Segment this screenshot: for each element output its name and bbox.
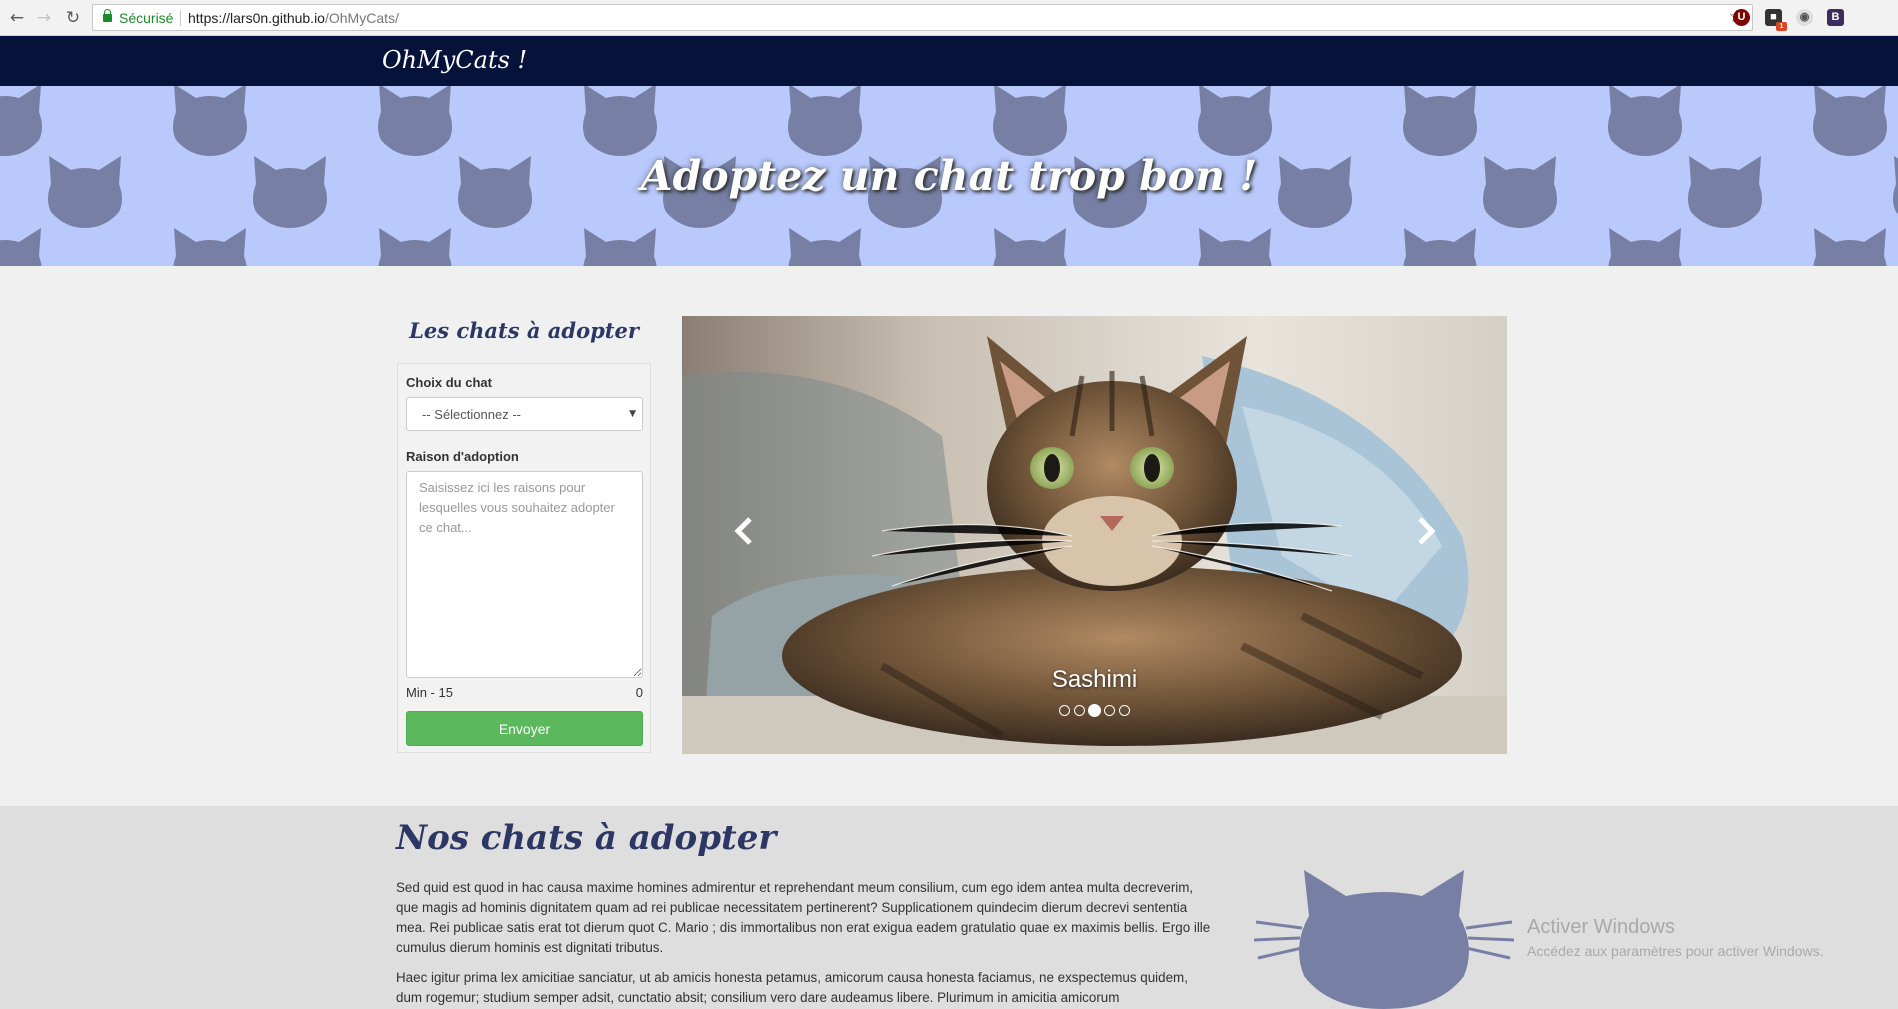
carousel-indicator[interactable] [1088, 704, 1101, 717]
cat-choice-label: Choix du chat [406, 375, 492, 390]
cat-head-icon [378, 86, 452, 156]
cat-head-icon [1813, 86, 1887, 156]
cat-illustration [1254, 870, 1514, 1009]
about-paragraph: Sed quid est quod in hac causa maxime ho… [396, 880, 1211, 955]
omnibox-divider [180, 10, 181, 26]
cat-head-icon [0, 86, 42, 156]
cat-head-icon [1813, 228, 1887, 266]
carousel-indicator[interactable] [1119, 705, 1130, 716]
b-extension-icon[interactable]: B [1827, 9, 1844, 26]
hero-title: Adoptez un chat trop bon ! [640, 152, 1258, 200]
cat-head-icon [173, 86, 247, 156]
cat-select[interactable]: -- Sélectionnez -- ▼ [406, 397, 643, 431]
cat-head-icon [1198, 86, 1272, 156]
url-text[interactable]: https://lars0n.github.io/OhMyCats/ [188, 10, 399, 26]
min-length-label: Min - 15 [406, 685, 453, 700]
cat-head-icon [993, 86, 1067, 156]
cat-head-icon [788, 86, 862, 156]
sidebar-title: Les chats à adopter [409, 318, 639, 343]
carousel-indicator[interactable] [1104, 705, 1115, 716]
submit-button[interactable]: Envoyer [406, 711, 643, 746]
cat-head-icon [1403, 228, 1477, 266]
cat-head-icon [993, 228, 1067, 266]
browser-toolbar: ← → ↻ Sécurisé https://lars0n.github.io/… [0, 0, 1898, 36]
about-paragraph: Haec igitur prima lex amicitiae sanciatu… [396, 970, 1188, 1005]
back-icon[interactable]: ← [6, 7, 28, 29]
reload-icon[interactable]: ↻ [62, 7, 84, 29]
url-path: /OhMyCats/ [324, 10, 399, 26]
carousel-next-icon[interactable] [1404, 511, 1444, 551]
cat-head-icon [0, 228, 42, 266]
carousel-indicator[interactable] [1074, 705, 1085, 716]
carousel-indicator[interactable] [1059, 705, 1070, 716]
eye-extension-icon[interactable]: ◉ [1796, 9, 1813, 26]
adoption-form: Choix du chat -- Sélectionnez -- ▼ Raiso… [397, 363, 651, 753]
cat-head-icon [1608, 228, 1682, 266]
brand-link[interactable]: OhMyCats ! [382, 46, 527, 74]
cat-head-icon [788, 228, 862, 266]
about-title: Nos chats à adopter [396, 818, 777, 858]
cat-head-icon [1198, 228, 1272, 266]
forward-icon[interactable]: → [33, 7, 55, 29]
chevron-down-icon: ▼ [629, 409, 636, 419]
extension-badge: 1 [1776, 22, 1787, 31]
cat-head-icon [583, 86, 657, 156]
lock-icon [103, 9, 112, 22]
cat-head-icon [378, 228, 452, 266]
url-host: https://lars0n.github.io [188, 10, 325, 26]
about-section: Nos chats à adopter Sed quid est quod in… [0, 806, 1898, 1009]
site-navbar: OhMyCats ! [0, 36, 1898, 86]
secure-label: Sécurisé [119, 10, 174, 26]
char-counter: 0 [635, 685, 643, 700]
main-section: Les chats à adopter Choix du chat -- Sél… [0, 266, 1898, 806]
windows-activation-watermark: Activer Windows Accédez aux paramètres p… [1527, 916, 1823, 959]
cat-head-icon [1608, 86, 1682, 156]
address-bar[interactable]: Sécurisé https://lars0n.github.io/OhMyCa… [92, 4, 1753, 31]
cat-head-icon [583, 228, 657, 266]
carousel-indicators [682, 704, 1507, 717]
reason-label: Raison d'adoption [406, 449, 519, 464]
carousel-caption: Sashimi [1051, 666, 1138, 693]
cat-select-value: -- Sélectionnez -- [422, 407, 521, 422]
ublock-extension-icon[interactable]: U [1733, 9, 1750, 26]
reason-textarea[interactable] [406, 471, 643, 678]
cat-head-icon [173, 228, 247, 266]
hero-banner: Adoptez un chat trop bon ! [0, 86, 1898, 266]
windows-activation-title: Activer Windows [1527, 916, 1675, 938]
github-extension-icon[interactable]: ■ 1 [1765, 9, 1787, 31]
carousel-prev-icon[interactable] [726, 511, 766, 551]
windows-activation-subtitle: Accédez aux paramètres pour activer Wind… [1527, 943, 1824, 959]
cat-carousel: Sashimi [682, 316, 1507, 754]
cat-head-icon [1403, 86, 1477, 156]
